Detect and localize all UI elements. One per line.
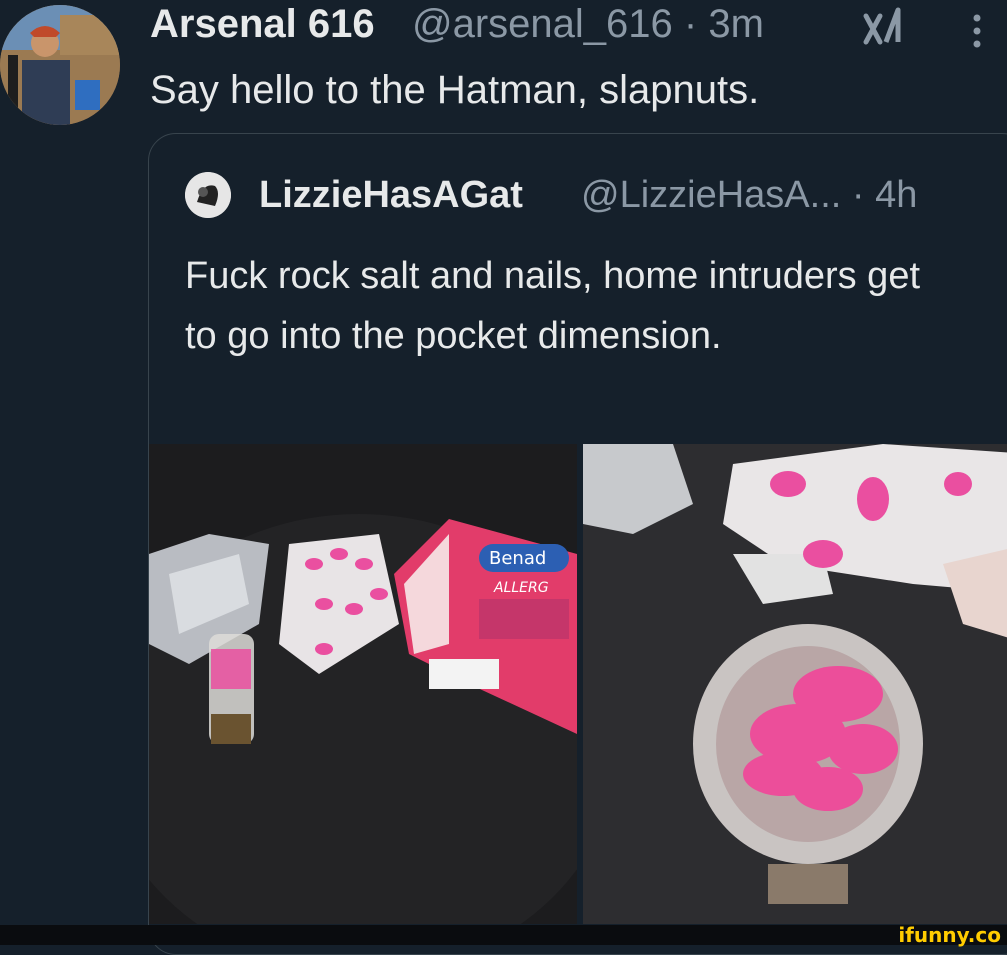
ifunny-watermark: ifunny.co <box>898 923 1001 947</box>
quoted-post-text: Fuck rock salt and nails, home intruders… <box>185 255 921 357</box>
post-text: Say hello to the Hatman, slapnuts. <box>150 68 760 112</box>
grok-icon[interactable] <box>858 2 908 52</box>
photo-pills-and-box[interactable]: Benad ALLERG <box>149 444 577 924</box>
author-avatar[interactable] <box>0 5 120 125</box>
quoted-author-name[interactable]: LizzieHasAGat <box>259 174 523 217</box>
quoted-author-avatar[interactable] <box>185 172 231 218</box>
author-handle-and-time[interactable]: @arsenal_616 · 3m <box>412 2 764 47</box>
quoted-post-card[interactable]: LizzieHasAGat @LizzieHasA... · 4h Fuck r… <box>148 133 1007 955</box>
box-brand-text: Benad <box>489 548 546 569</box>
quoted-author-handle-and-time[interactable]: @LizzieHasA... · 4h <box>581 174 917 217</box>
photo-pill-bottle[interactable] <box>583 444 1007 924</box>
box-sub-text: ALLERG <box>493 580 549 596</box>
author-name[interactable]: Arsenal 616 <box>150 2 375 47</box>
more-options-icon[interactable] <box>962 6 992 56</box>
footer-bar: ifunny.co <box>0 925 1007 945</box>
